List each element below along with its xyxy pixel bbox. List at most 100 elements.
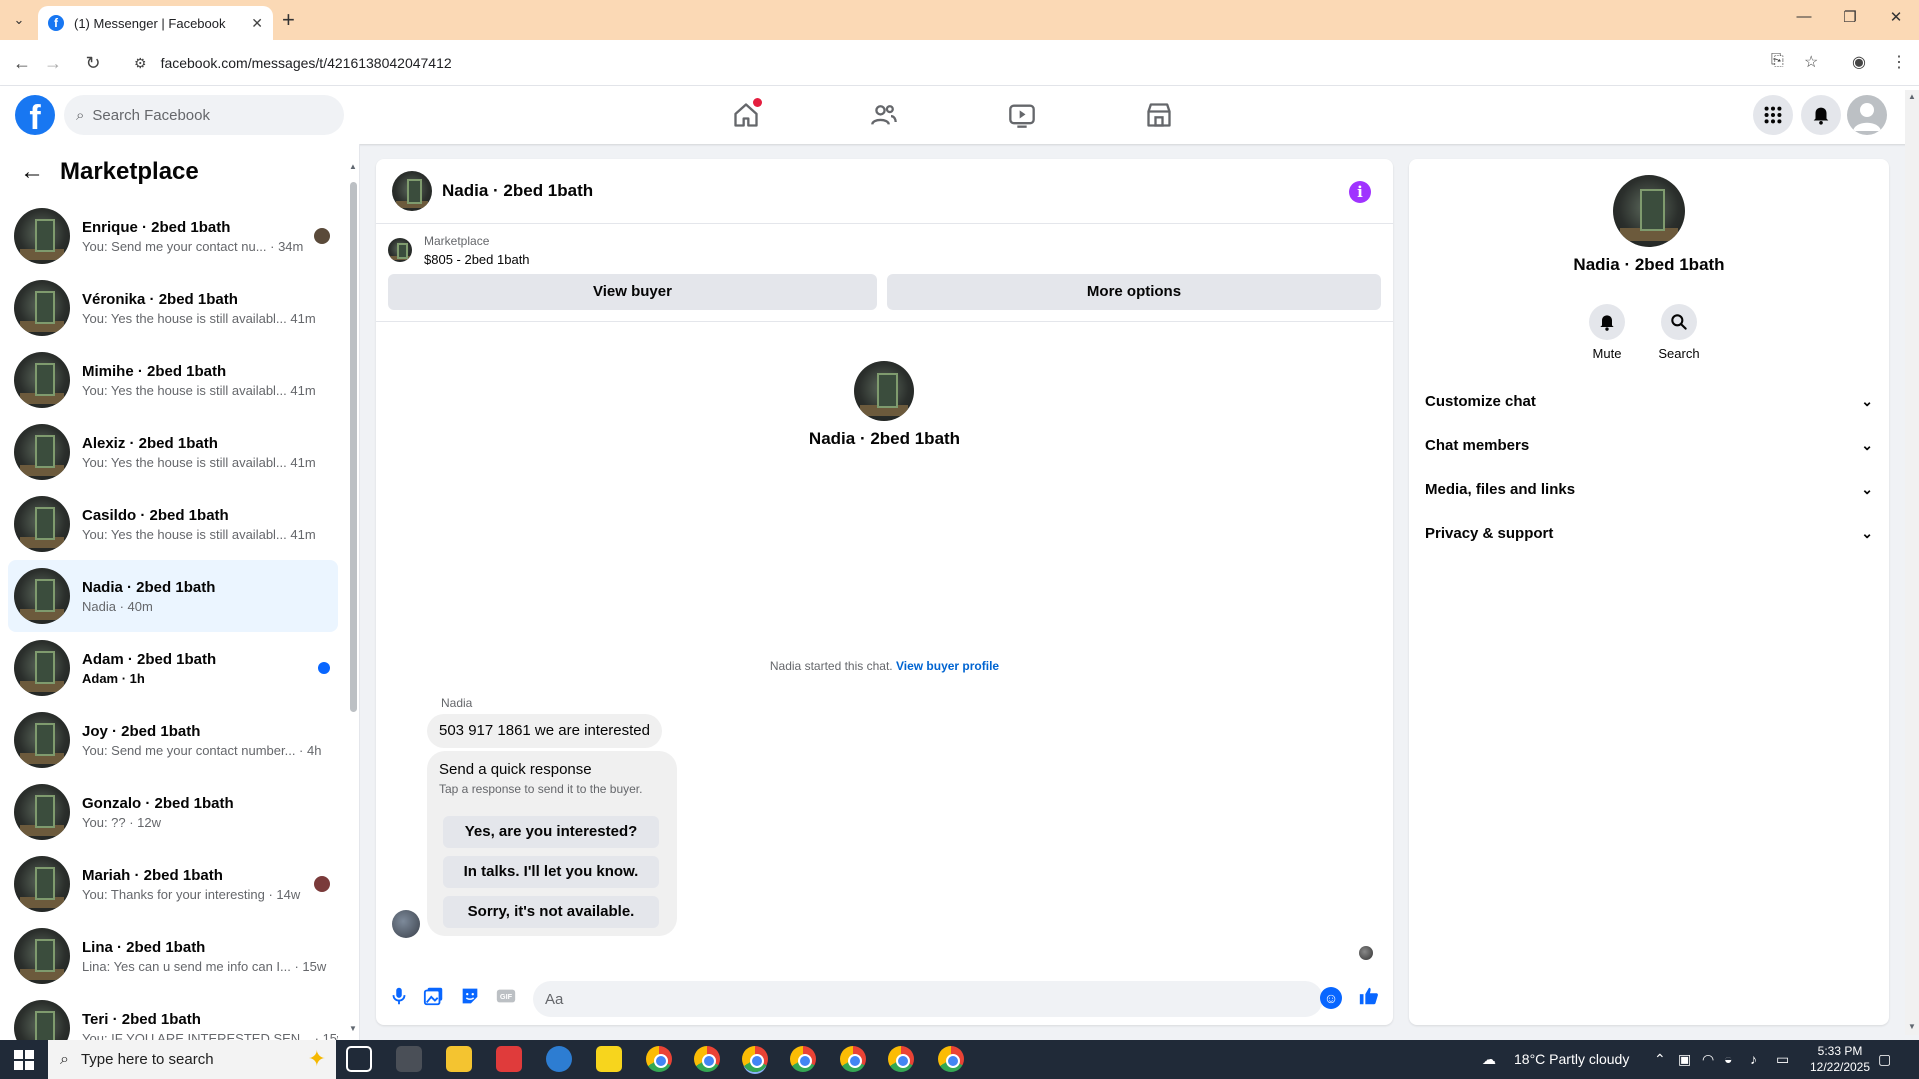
info-avatar[interactable] <box>1613 175 1685 247</box>
conversation-item[interactable]: Enrique · 2bed 1bath You: Send me your co… <box>8 200 338 272</box>
search-conversation-button[interactable] <box>1661 304 1697 340</box>
scroll-down-icon[interactable]: ▼ <box>1908 1022 1916 1031</box>
conversation-item[interactable]: Joy · 2bed 1bath You: Send me your contac… <box>8 704 338 776</box>
chrome-icon[interactable] <box>694 1046 720 1072</box>
taskbar-clock[interactable]: 5:33 PM 12/22/2025 <box>1805 1043 1875 1075</box>
scroll-up-icon[interactable]: ▲ <box>1908 92 1916 101</box>
conversation-item[interactable]: Adam · 2bed 1bath Adam · 1h <box>8 632 338 704</box>
task-view-icon[interactable] <box>346 1046 372 1072</box>
chrome-icon[interactable] <box>938 1046 964 1072</box>
weather-text[interactable]: 18°C Partly cloudy <box>1514 1051 1629 1067</box>
gif-button[interactable]: GIF <box>495 985 519 1009</box>
message-input[interactable] <box>533 981 1323 1017</box>
app-icon[interactable] <box>396 1046 422 1072</box>
wifi-icon[interactable]: ◒ <box>1724 1051 1732 1067</box>
quick-response-option[interactable]: Sorry, it's not available. <box>443 896 659 928</box>
tab-close-icon[interactable]: ✕ <box>251 15 263 32</box>
emoji-icon[interactable]: ☺ <box>1320 987 1342 1009</box>
menu-button[interactable] <box>1753 95 1793 135</box>
more-options-button[interactable]: More options <box>887 274 1381 310</box>
incoming-message-bubble[interactable]: 503 917 1861 we are interested <box>427 714 662 748</box>
sticker-button[interactable] <box>459 985 483 1009</box>
show-hidden-icons-icon[interactable]: ⌃ <box>1654 1051 1666 1068</box>
app-icon[interactable] <box>546 1046 572 1072</box>
customize-chat-section[interactable]: Customize chat ⌄ <box>1425 383 1873 419</box>
omnibox[interactable]: ⚙ facebook.com/messages/t/42161380420474… <box>122 47 1767 79</box>
weather-icon[interactable]: ☁ <box>1482 1051 1496 1068</box>
notification-center-icon[interactable]: ▢ <box>1878 1051 1891 1068</box>
chrome-icon-active[interactable] <box>742 1046 768 1072</box>
minimize-icon[interactable]: — <box>1781 8 1827 25</box>
network-icon[interactable]: ◠ <box>1702 1051 1714 1068</box>
view-buyer-profile-link[interactable]: View buyer profile <box>896 659 999 673</box>
clock-time: 5:33 PM <box>1817 1044 1863 1058</box>
buyer-avatar[interactable] <box>392 910 420 938</box>
account-avatar[interactable] <box>1847 95 1887 135</box>
system-tray-icon[interactable]: ▣ <box>1678 1051 1691 1068</box>
restore-icon[interactable]: ❐ <box>1827 8 1873 26</box>
nav-friends[interactable] <box>866 98 902 132</box>
chat-members-section[interactable]: Chat members ⌄ <box>1425 427 1873 463</box>
sticky-notes-icon[interactable] <box>596 1046 622 1072</box>
chrome-menu-icon[interactable]: ⋮ <box>1891 52 1907 72</box>
windows-start-icon[interactable] <box>14 1050 34 1070</box>
conversation-avatar[interactable] <box>392 171 432 211</box>
conversation-item[interactable]: Véronika · 2bed 1bath You: Yes the house … <box>8 272 338 344</box>
conversation-name: Casildo · 2bed 1bath <box>82 506 229 524</box>
chrome-icon[interactable] <box>840 1046 866 1072</box>
chrome-icon[interactable] <box>790 1046 816 1072</box>
conversation-item[interactable]: Mariah · 2bed 1bath You: Thanks for your … <box>8 848 338 920</box>
scroll-up-icon[interactable]: ▲ <box>349 162 357 171</box>
taskbar-search-box[interactable]: ⌕ Type here to search ✦ <box>48 1040 336 1079</box>
nav-video[interactable] <box>1004 98 1040 132</box>
notifications-button[interactable] <box>1801 95 1841 135</box>
bookmark-star-icon[interactable]: ☆ <box>1804 52 1818 72</box>
view-buyer-button[interactable]: View buyer <box>388 274 877 310</box>
scroll-down-icon[interactable]: ▼ <box>349 1024 357 1033</box>
nav-marketplace[interactable] <box>1141 98 1177 132</box>
app-icon[interactable] <box>496 1046 522 1072</box>
conversation-item[interactable]: Gonzalo · 2bed 1bath You: ?? · 12w <box>8 776 338 848</box>
back-arrow-icon[interactable]: ← <box>20 158 44 186</box>
site-info-icon[interactable]: ⚙ <box>134 55 147 72</box>
chat-list-scrollbar[interactable]: ▲ ▼ <box>349 162 357 1034</box>
scrollbar-thumb[interactable] <box>350 182 357 712</box>
media-files-links-section[interactable]: Media, files and links ⌄ <box>1425 471 1873 507</box>
file-explorer-icon[interactable] <box>446 1046 472 1072</box>
search-action[interactable]: Search <box>1649 304 1709 361</box>
chrome-profile-icon[interactable]: ◉ <box>1852 52 1866 72</box>
facebook-search-box[interactable]: ⌕ Search Facebook <box>64 95 344 135</box>
conversation-item[interactable]: Casildo · 2bed 1bath You: Yes the house i… <box>8 488 338 560</box>
tab-search-chevron-icon[interactable]: ⌄ <box>8 9 30 31</box>
nav-home[interactable] <box>728 98 764 132</box>
mute-action[interactable]: Mute <box>1577 304 1637 361</box>
reload-icon[interactable]: ↻ <box>80 50 106 76</box>
conversation-item[interactable]: Mimihe · 2bed 1bath You: Yes the house is… <box>8 344 338 416</box>
back-arrow-icon[interactable]: ← <box>9 50 35 76</box>
conversation-item-active[interactable]: Nadia · 2bed 1bath Nadia · 40m <box>8 560 338 632</box>
conversation-title[interactable]: Nadia · 2bed 1bath <box>442 181 593 201</box>
facebook-logo-icon[interactable]: f <box>15 95 55 137</box>
quick-response-option[interactable]: Yes, are you interested? <box>443 816 659 848</box>
like-button[interactable] <box>1358 985 1382 1009</box>
quick-response-option[interactable]: In talks. I'll let you know. <box>443 856 659 888</box>
chrome-icon[interactable] <box>888 1046 914 1072</box>
voice-clip-button[interactable] <box>388 985 412 1009</box>
keyboard-icon[interactable]: ▭ <box>1776 1051 1789 1068</box>
browser-tab-messenger[interactable]: f (1) Messenger | Facebook ✕ <box>38 6 273 40</box>
new-tab-plus-icon[interactable]: + <box>282 8 295 32</box>
mute-button[interactable] <box>1589 304 1625 340</box>
chrome-icon[interactable] <box>646 1046 672 1072</box>
attach-media-button[interactable] <box>423 985 447 1009</box>
volume-icon[interactable]: ♪ <box>1750 1051 1757 1067</box>
chevron-down-icon: ⌄ <box>1861 524 1873 541</box>
marketplace-icon <box>1147 103 1171 127</box>
page-scrollbar[interactable]: ▲ ▼ <box>1905 90 1919 1035</box>
install-app-icon[interactable]: ⎘ <box>1771 52 1784 70</box>
window-close-icon[interactable]: ✕ <box>1873 8 1919 26</box>
forward-arrow-icon[interactable]: → <box>40 50 66 76</box>
conversation-item[interactable]: Alexiz · 2bed 1bath You: Yes the house is… <box>8 416 338 488</box>
conversation-item[interactable]: Lina · 2bed 1bath Lina: Yes can u send me… <box>8 920 338 992</box>
privacy-support-section[interactable]: Privacy & support ⌄ <box>1425 515 1873 551</box>
info-icon[interactable]: i <box>1349 181 1371 203</box>
